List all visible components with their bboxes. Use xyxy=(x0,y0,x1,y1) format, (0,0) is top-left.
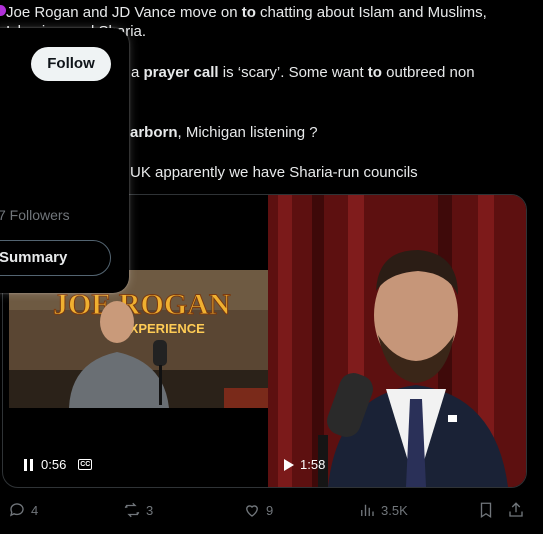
microphone xyxy=(153,340,167,366)
heart-icon xyxy=(246,505,258,517)
bar-chart-icon xyxy=(361,504,374,516)
bookmark-action[interactable] xyxy=(477,498,495,522)
bookmark-icon xyxy=(480,502,492,519)
tweet-line-5: arborn, Michigan listening ? xyxy=(130,124,318,141)
views-action[interactable]: 3.5K xyxy=(358,498,408,522)
left-video-controls: 0:56 CC xyxy=(23,457,93,472)
video-right[interactable] xyxy=(268,195,526,487)
lapel-pin xyxy=(448,415,457,422)
share-icon xyxy=(509,502,523,517)
follow-button[interactable]: Follow xyxy=(31,47,111,81)
tweet-line-1: Joe Rogan and JD Vance move on to chatti… xyxy=(6,4,487,21)
like-count: 9 xyxy=(266,502,274,518)
video-right-scene xyxy=(268,195,526,487)
summary-button[interactable]: Summary xyxy=(0,240,111,276)
repost-count: 3 xyxy=(146,502,154,518)
repost-action[interactable]: 3 xyxy=(123,498,153,522)
reply-count: 4 xyxy=(31,502,39,518)
tweet-line-3: a prayer call is ‘scary’. Some want to o… xyxy=(131,64,475,81)
right-video-controls: 1:58 xyxy=(284,457,325,472)
reply-icon xyxy=(9,503,24,517)
reply-action[interactable]: 4 xyxy=(8,498,38,522)
person-head xyxy=(100,301,134,343)
pause-icon[interactable] xyxy=(23,458,35,471)
captions-icon[interactable]: CC xyxy=(78,459,93,470)
right-video-time: 1:58 xyxy=(300,457,326,472)
repost-icon xyxy=(124,502,140,518)
like-action[interactable]: 9 xyxy=(243,498,273,522)
views-count: 3.5K xyxy=(381,502,408,518)
play-icon[interactable] xyxy=(284,458,294,471)
share-action[interactable] xyxy=(507,498,525,522)
profile-hovercard: Follow 7 Followers Summary xyxy=(0,28,129,293)
left-video-time: 0:56 xyxy=(41,457,67,472)
followers-count[interactable]: 7 Followers xyxy=(0,207,70,223)
tweet-line-6: UK apparently we have Sharia-run council… xyxy=(130,164,418,181)
tweet-actions: 4 3 9 3.5K xyxy=(0,498,543,522)
